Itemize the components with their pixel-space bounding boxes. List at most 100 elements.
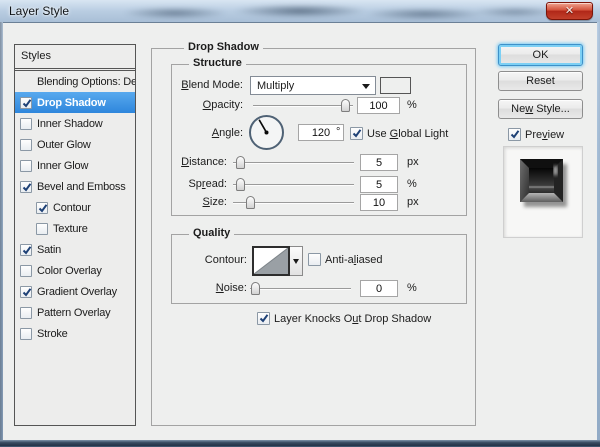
anti-aliased-label: Anti-aliased bbox=[325, 254, 383, 267]
blend-mode-label: Blend Mode: bbox=[143, 79, 243, 92]
style-preview-thumbnail bbox=[516, 155, 572, 215]
new-style-button[interactable]: New Style... bbox=[498, 99, 583, 119]
style-checkbox[interactable] bbox=[20, 286, 32, 298]
chevron-down-icon bbox=[293, 259, 299, 264]
shadow-color-swatch[interactable] bbox=[380, 77, 411, 94]
sidebar-item-label: Stroke bbox=[37, 328, 68, 340]
sidebar-item-outer-glow[interactable]: Outer Glow bbox=[15, 134, 135, 155]
distance-input[interactable] bbox=[360, 154, 398, 171]
sidebar-item-label: Contour bbox=[53, 202, 91, 214]
check-icon bbox=[259, 313, 269, 324]
sidebar-item-bevel-and-emboss[interactable]: Bevel and Emboss bbox=[15, 176, 135, 197]
sidebar-item-color-overlay[interactable]: Color Overlay bbox=[15, 260, 135, 281]
sidebar-item-label: Inner Glow bbox=[37, 160, 88, 172]
styles-list: Blending Options: Default Drop Shadow In… bbox=[15, 71, 135, 344]
style-checkbox[interactable] bbox=[20, 118, 32, 130]
sidebar-item-inner-shadow[interactable]: Inner Shadow bbox=[15, 113, 135, 134]
contour-picker-arrow-button[interactable] bbox=[290, 246, 303, 276]
preview-checkbox[interactable] bbox=[508, 128, 521, 141]
dialog-title: Layer Style bbox=[9, 4, 69, 18]
sidebar-item-label: Bevel and Emboss bbox=[37, 181, 126, 193]
slider-thumb[interactable] bbox=[251, 282, 260, 295]
opacity-slider[interactable] bbox=[253, 99, 353, 112]
noise-unit: % bbox=[407, 282, 417, 295]
sidebar-item-blending-options-default[interactable]: Blending Options: Default bbox=[15, 71, 135, 92]
opacity-input[interactable] bbox=[357, 97, 400, 114]
drop-shadow-legend: Drop Shadow bbox=[184, 41, 263, 54]
style-checkbox[interactable] bbox=[20, 181, 32, 193]
style-checkbox[interactable] bbox=[20, 265, 32, 277]
style-checkbox[interactable] bbox=[20, 139, 32, 151]
close-icon: ✕ bbox=[565, 5, 574, 17]
sidebar-item-inner-glow[interactable]: Inner Glow bbox=[15, 155, 135, 176]
styles-header: Styles bbox=[15, 45, 135, 69]
contour-label: Contour: bbox=[147, 254, 247, 267]
slider-thumb[interactable] bbox=[341, 99, 350, 112]
noise-label: Noise: bbox=[147, 282, 247, 295]
sidebar-item-satin[interactable]: Satin bbox=[15, 239, 135, 260]
contour-thumbnail[interactable] bbox=[252, 246, 290, 276]
sidebar-item-stroke[interactable]: Stroke bbox=[15, 323, 135, 344]
style-checkbox[interactable] bbox=[20, 307, 32, 319]
size-label: Size: bbox=[127, 196, 227, 209]
sidebar-item-label: Inner Shadow bbox=[37, 118, 102, 130]
styles-panel: Styles Blending Options: Default Drop Sh… bbox=[14, 44, 136, 426]
anti-aliased-checkbox[interactable] bbox=[308, 253, 321, 266]
distance-slider[interactable] bbox=[233, 156, 354, 169]
sidebar-item-label: Drop Shadow bbox=[37, 97, 106, 109]
reset-button[interactable]: Reset bbox=[498, 71, 583, 91]
style-checkbox[interactable] bbox=[20, 328, 32, 340]
titlebar-glass-reflection bbox=[0, 0, 600, 22]
check-icon bbox=[22, 245, 32, 256]
style-checkbox[interactable] bbox=[20, 97, 32, 109]
chevron-down-icon bbox=[362, 84, 370, 89]
blend-mode-value: Multiply bbox=[257, 79, 294, 93]
ok-button[interactable]: OK bbox=[498, 44, 583, 66]
noise-input[interactable] bbox=[360, 280, 398, 297]
angle-label: Angle: bbox=[143, 127, 243, 140]
sidebar-item-label: Blending Options: Default bbox=[37, 76, 135, 88]
slider-thumb[interactable] bbox=[236, 178, 245, 191]
spread-label: Spread: bbox=[127, 178, 227, 191]
sidebar-item-label: Pattern Overlay bbox=[37, 307, 110, 319]
size-input[interactable] bbox=[360, 194, 398, 211]
sidebar-item-texture[interactable]: Texture bbox=[15, 218, 135, 239]
spread-input[interactable] bbox=[360, 176, 398, 193]
sidebar-item-label: Satin bbox=[37, 244, 61, 256]
size-slider[interactable] bbox=[233, 196, 354, 209]
quality-legend: Quality bbox=[189, 227, 234, 240]
sidebar-item-contour[interactable]: Contour bbox=[15, 197, 135, 218]
use-global-light-label: Use Global Light bbox=[367, 128, 448, 141]
noise-slider[interactable] bbox=[250, 282, 351, 295]
sidebar-item-drop-shadow[interactable]: Drop Shadow bbox=[15, 92, 135, 113]
check-icon bbox=[38, 203, 48, 214]
preview-label: Preview bbox=[525, 129, 564, 142]
check-icon bbox=[22, 287, 32, 298]
style-checkbox[interactable] bbox=[36, 202, 48, 214]
style-checkbox[interactable] bbox=[20, 160, 32, 172]
check-icon bbox=[22, 98, 32, 109]
spread-slider[interactable] bbox=[233, 178, 354, 191]
structure-legend: Structure bbox=[189, 57, 246, 70]
use-global-light-checkbox[interactable] bbox=[350, 127, 363, 140]
style-checkbox[interactable] bbox=[20, 244, 32, 256]
layer-knocks-out-checkbox[interactable] bbox=[257, 312, 270, 325]
style-checkbox[interactable] bbox=[36, 223, 48, 235]
close-button[interactable]: ✕ bbox=[546, 2, 593, 20]
layer-knocks-out-label: Layer Knocks Out Drop Shadow bbox=[274, 313, 431, 326]
check-icon bbox=[22, 182, 32, 193]
slider-thumb[interactable] bbox=[246, 196, 255, 209]
check-icon bbox=[510, 129, 520, 140]
opacity-unit: % bbox=[407, 99, 417, 112]
slider-thumb[interactable] bbox=[236, 156, 245, 169]
style-preview-box bbox=[503, 146, 583, 238]
distance-label: Distance: bbox=[127, 156, 227, 169]
blend-mode-select[interactable]: Multiply bbox=[250, 76, 376, 95]
sidebar-item-pattern-overlay[interactable]: Pattern Overlay bbox=[15, 302, 135, 323]
titlebar[interactable]: Layer Style ✕ bbox=[0, 0, 600, 22]
angle-dial[interactable] bbox=[246, 112, 287, 153]
distance-unit: px bbox=[407, 156, 419, 169]
sidebar-item-label: Outer Glow bbox=[37, 139, 91, 151]
spread-unit: % bbox=[407, 178, 417, 191]
sidebar-item-gradient-overlay[interactable]: Gradient Overlay bbox=[15, 281, 135, 302]
